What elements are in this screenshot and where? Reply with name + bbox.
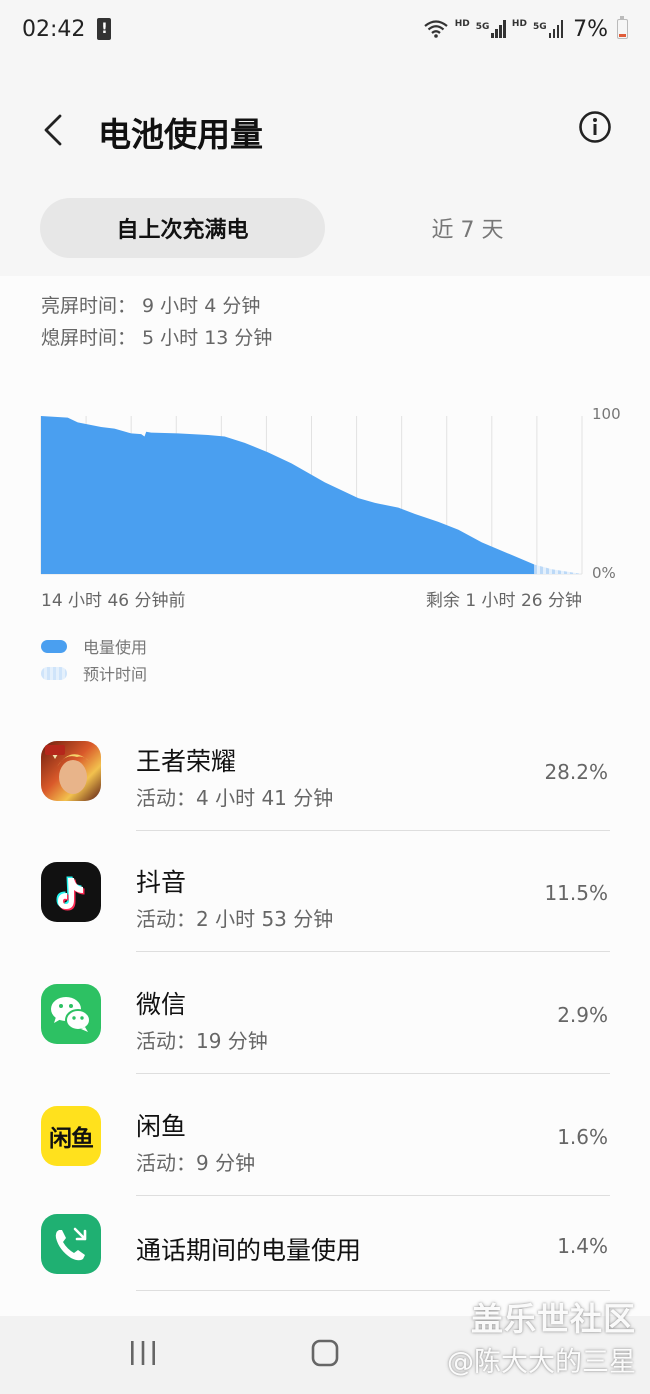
app-percent: 1.6% — [557, 1125, 608, 1149]
app-row-douyin[interactable]: 抖音 活动：2 小时 53 分钟 11.5% — [0, 831, 650, 952]
app-name: 微信 — [136, 990, 187, 1019]
legend-swatch-estimate — [41, 666, 67, 680]
hd-label: HD — [454, 18, 470, 29]
wechat-icon — [41, 984, 101, 1044]
row-divider — [136, 1290, 610, 1291]
row-divider — [136, 951, 610, 952]
phone-call-icon — [41, 1214, 101, 1274]
app-row-honor-of-kings[interactable]: 王者荣耀 活动：4 小时 41 分钟 28.2% — [0, 710, 650, 831]
app-name: 通话期间的电量使用 — [136, 1236, 362, 1265]
app-percent: 2.9% — [557, 1003, 608, 1027]
status-indicators: HD 5G HD 5G 7% — [423, 16, 628, 42]
battery-percent: 7% — [573, 16, 608, 42]
wechat-bubbles-art — [51, 997, 91, 1032]
watermark-community: 盖乐世社区 — [470, 1300, 636, 1338]
app-row-call-usage[interactable]: 通话期间的电量使用 1.4% — [0, 1196, 650, 1292]
phone-call-art — [55, 1227, 87, 1261]
signal-5g-1: 5G — [476, 20, 506, 38]
chevron-left-icon[interactable] — [36, 112, 72, 148]
app-row-xianyu[interactable]: 闲鱼 闲鱼 活动：9 分钟 1.6% — [0, 1075, 650, 1196]
y-axis-min-label: 0% — [592, 564, 616, 582]
info-circle-icon[interactable] — [578, 110, 612, 144]
home-icon[interactable] — [310, 1338, 340, 1368]
legend-battery-used: 电量使用 — [41, 634, 147, 658]
status-bar: 02:42 ! HD 5G HD 5G 7% — [0, 0, 650, 58]
wifi-icon — [424, 20, 448, 38]
app-name: 王者荣耀 — [136, 747, 237, 776]
net-type-label: 5G — [475, 22, 490, 32]
app-percent: 28.2% — [544, 760, 608, 784]
douyin-icon — [41, 862, 101, 922]
x-axis-end-label: 剩余 1 小时 26 分钟 — [425, 591, 582, 611]
net-type-label: 5G — [532, 22, 547, 32]
legend-estimated-time: 预计时间 — [41, 661, 147, 685]
signal-5g-2: 5G — [532, 20, 564, 38]
xianyu-logo-text: 闲鱼 — [49, 1126, 94, 1152]
recent-apps-icon[interactable] — [128, 1338, 158, 1368]
app-activity: 活动：2 小时 53 分钟 — [136, 907, 334, 931]
honor-of-kings-icon — [41, 741, 101, 801]
app-activity: 活动：9 分钟 — [136, 1151, 256, 1175]
app-activity: 活动：4 小时 41 分钟 — [136, 786, 334, 810]
status-time: 02:42 — [22, 16, 86, 42]
battery-icon — [617, 16, 628, 39]
page-title: 电池使用量 — [98, 115, 263, 154]
app-name: 闲鱼 — [136, 1112, 187, 1141]
legend-label: 预计时间 — [83, 665, 148, 684]
xianyu-icon: 闲鱼 — [41, 1106, 101, 1166]
app-name: 抖音 — [136, 868, 187, 897]
app-percent: 1.4% — [557, 1234, 608, 1258]
signal-bars-icon — [548, 20, 564, 38]
tab-since-full-charge[interactable]: 自上次充满电 — [40, 198, 325, 258]
screen-on-time: 亮屏时间： 9 小时 4 分钟 — [41, 295, 261, 317]
douyin-note-art — [56, 876, 85, 911]
x-axis-start-label: 14 小时 46 分钟前 — [41, 591, 186, 611]
app-activity: 活动：19 分钟 — [136, 1029, 268, 1053]
battery-used-area — [41, 416, 535, 574]
battery-estimate-area — [534, 564, 582, 574]
page-header: 电池使用量 — [0, 90, 650, 170]
honor-of-kings-art — [45, 745, 89, 794]
period-tabs: 自上次充满电 近 7 天 — [40, 198, 610, 258]
tab-last-7-days[interactable]: 近 7 天 — [325, 198, 610, 258]
alert-notification-icon: ! — [97, 18, 112, 40]
watermark-author: @陈大大的三星 — [447, 1347, 636, 1378]
y-axis-max-label: 100 — [592, 405, 621, 423]
legend-label: 电量使用 — [83, 638, 148, 657]
signal-bars-icon — [491, 20, 506, 38]
hd-label: HD — [511, 18, 527, 29]
row-divider — [136, 1073, 610, 1074]
app-percent: 11.5% — [544, 881, 608, 905]
legend-swatch-used — [41, 639, 67, 653]
app-row-wechat[interactable]: 微信 活动：19 分钟 2.9% — [0, 953, 650, 1074]
screen-off-time: 熄屏时间： 5 小时 13 分钟 — [41, 327, 273, 349]
